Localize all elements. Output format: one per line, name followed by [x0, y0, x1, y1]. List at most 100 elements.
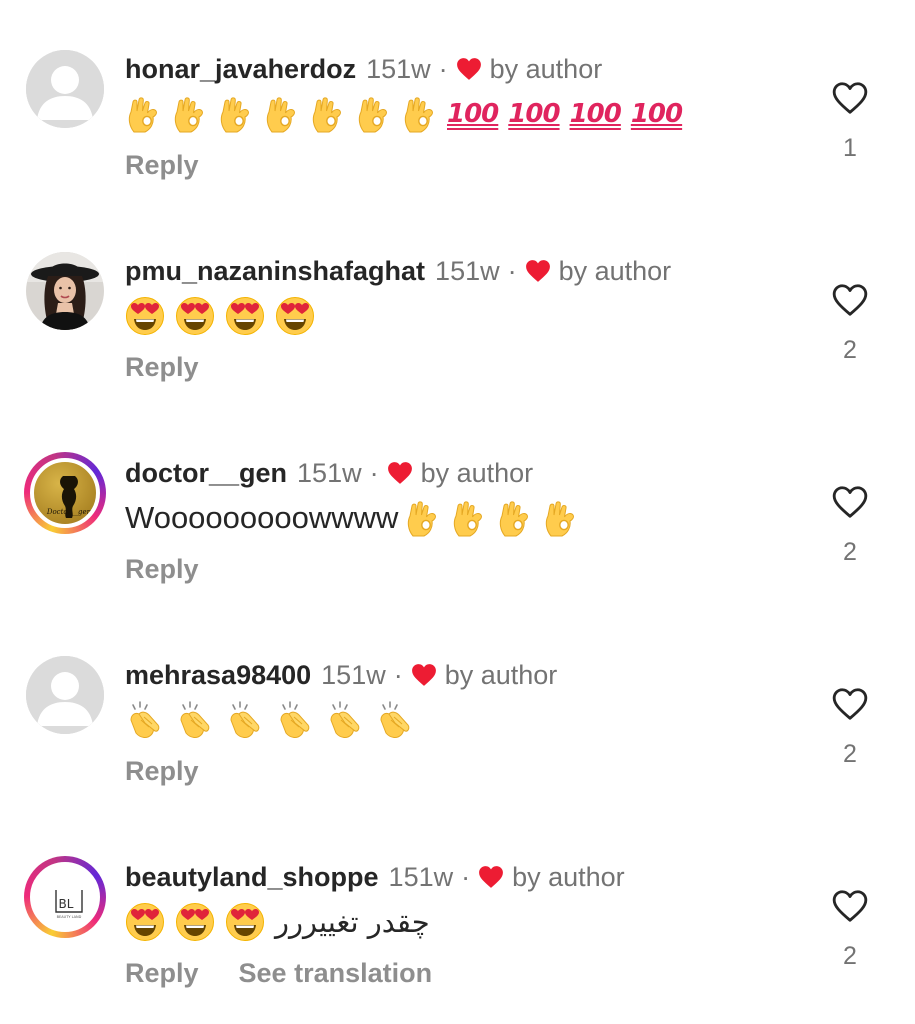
- clapping-hands-emoji-icon: [375, 700, 415, 740]
- default-avatar-icon: [26, 50, 104, 128]
- heart-eyes-emoji-icon: [275, 296, 315, 336]
- svg-text:BEAUTY LAND: BEAUTY LAND: [57, 915, 82, 919]
- comment-actions: Reply: [125, 554, 199, 585]
- comment-body: 100 100 100 100: [125, 92, 692, 136]
- reply-button[interactable]: Reply: [125, 150, 199, 181]
- liked-by-author-label: by author: [558, 255, 672, 286]
- comment-text: چقدر تغییررر: [275, 905, 430, 939]
- comment-header: beautyland_shoppe 151w · by author: [125, 860, 625, 894]
- comment-header: honar_javaherdoz 151w · by author: [125, 52, 602, 86]
- comment-body: [125, 294, 325, 338]
- liked-by-author-label: by author: [444, 659, 558, 690]
- timestamp[interactable]: 151w: [435, 256, 500, 287]
- like-count: 2: [843, 740, 857, 768]
- hundred-points-emoji-icon: 100: [569, 99, 622, 129]
- profile-photo-avatar: [26, 252, 104, 330]
- comment-item: honar_javaherdoz 151w · by author 100 100…: [0, 0, 915, 202]
- comment-header: mehrasa98400 151w · by author: [125, 658, 557, 692]
- username-link[interactable]: mehrasa98400: [125, 660, 311, 691]
- heart-eyes-emoji-icon: [175, 296, 215, 336]
- heart-filled-icon: [525, 260, 550, 282]
- timestamp[interactable]: 151w: [321, 660, 386, 691]
- separator-dot: ·: [393, 659, 403, 690]
- heart-outline-icon[interactable]: [831, 484, 869, 520]
- like-column: 2: [822, 686, 878, 769]
- heart-outline-icon[interactable]: [831, 282, 869, 318]
- username-link[interactable]: doctor__gen: [125, 458, 287, 489]
- like-column: 2: [822, 282, 878, 365]
- comment-item: BL BEAUTY LAND beautyland_shoppe 151w · …: [0, 808, 915, 1010]
- username-link[interactable]: beautyland_shoppe: [125, 862, 379, 893]
- clapping-hands-emoji-icon: [325, 700, 365, 740]
- comment-actions: Reply See translation: [125, 958, 432, 989]
- see-translation-button[interactable]: See translation: [239, 958, 433, 989]
- avatar[interactable]: [24, 250, 106, 332]
- ok-hand-emoji-icon: [309, 94, 345, 134]
- ok-hand-emoji-icon: [450, 498, 486, 538]
- separator-dot: ·: [369, 457, 379, 488]
- like-count: 2: [843, 942, 857, 970]
- like-column: 2: [822, 888, 878, 971]
- comment-actions: Reply: [125, 352, 199, 383]
- liked-by-author-label: by author: [489, 53, 603, 84]
- comment-actions: Reply: [125, 150, 199, 181]
- ok-hand-emoji-icon: [542, 498, 578, 538]
- hundred-points-emoji-icon: 100: [630, 99, 683, 129]
- comment-item: Doctor__gen doctor__gen 151w · by author…: [0, 404, 915, 606]
- brand-logo-avatar: Doctor__gen: [30, 458, 100, 528]
- avatar[interactable]: [24, 48, 106, 130]
- heart-eyes-emoji-icon: [225, 296, 265, 336]
- comment-body: چقدر تغییررر: [125, 900, 430, 944]
- comment-body: Wooooooooowwww: [125, 496, 588, 540]
- clapping-hands-emoji-icon: [275, 700, 315, 740]
- ok-hand-emoji-icon: [263, 94, 299, 134]
- reply-button[interactable]: Reply: [125, 756, 199, 787]
- svg-text:Doctor__gen: Doctor__gen: [46, 508, 92, 516]
- comment-actions: Reply: [125, 756, 199, 787]
- svg-text:BL: BL: [59, 897, 74, 911]
- heart-filled-icon: [479, 866, 504, 888]
- heart-outline-icon[interactable]: [831, 80, 869, 116]
- heart-eyes-emoji-icon: [225, 902, 265, 942]
- ok-hand-emoji-icon: [171, 94, 207, 134]
- reply-button[interactable]: Reply: [125, 958, 199, 989]
- timestamp[interactable]: 151w: [389, 862, 454, 893]
- heart-eyes-emoji-icon: [125, 902, 165, 942]
- timestamp[interactable]: 151w: [297, 458, 362, 489]
- like-column: 2: [822, 484, 878, 567]
- comment-item: mehrasa98400 151w · by author Reply 2: [0, 606, 915, 808]
- timestamp[interactable]: 151w: [366, 54, 431, 85]
- comment-body: [125, 698, 425, 742]
- clapping-hands-emoji-icon: [125, 700, 165, 740]
- heart-outline-icon[interactable]: [831, 888, 869, 924]
- liked-by-author-label: by author: [512, 861, 625, 892]
- avatar[interactable]: [24, 654, 106, 736]
- ok-hand-emoji-icon: [404, 498, 440, 538]
- separator-dot: ·: [438, 53, 448, 84]
- hundred-points-emoji-icon: 100: [447, 99, 499, 129]
- separator-dot: ·: [507, 255, 517, 286]
- heart-filled-icon: [411, 664, 436, 686]
- reply-button[interactable]: Reply: [125, 352, 199, 383]
- heart-filled-icon: [387, 462, 412, 484]
- reply-button[interactable]: Reply: [125, 554, 199, 585]
- ok-hand-emoji-icon: [496, 498, 532, 538]
- heart-eyes-emoji-icon: [175, 902, 215, 942]
- heart-eyes-emoji-icon: [125, 296, 165, 336]
- heart-outline-icon[interactable]: [831, 686, 869, 722]
- clapping-hands-emoji-icon: [175, 700, 215, 740]
- like-column: 1: [822, 80, 878, 163]
- avatar[interactable]: BL BEAUTY LAND: [24, 856, 106, 938]
- avatar[interactable]: Doctor__gen: [24, 452, 106, 534]
- ok-hand-emoji-icon: [125, 94, 161, 134]
- ok-hand-emoji-icon: [355, 94, 391, 134]
- username-link[interactable]: pmu_nazaninshafaghat: [125, 256, 425, 287]
- brand-logo-avatar: BL BEAUTY LAND: [30, 862, 100, 932]
- comment-item: pmu_nazaninshafaghat 151w · by author Re…: [0, 202, 915, 404]
- comment-header: pmu_nazaninshafaghat 151w · by author: [125, 254, 671, 288]
- ok-hand-emoji-icon: [217, 94, 253, 134]
- username-link[interactable]: honar_javaherdoz: [125, 54, 356, 85]
- hundred-points-emoji-icon: 100: [508, 99, 560, 129]
- heart-filled-icon: [456, 58, 481, 80]
- like-count: 2: [843, 538, 857, 566]
